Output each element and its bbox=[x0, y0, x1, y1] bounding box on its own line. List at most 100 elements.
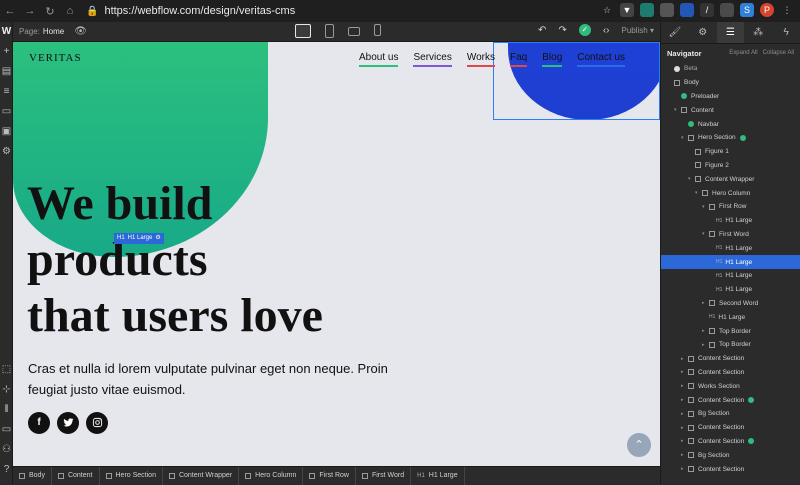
expand-all-button[interactable]: Expand All bbox=[729, 50, 757, 56]
hero-subtitle[interactable]: Cras et nulla id lorem vulputate pulvina… bbox=[28, 358, 388, 400]
navigator-row[interactable]: Figure 1 bbox=[661, 145, 800, 159]
navigator-row[interactable]: ▸ Content Section bbox=[661, 366, 800, 380]
navigator-row[interactable]: ▸ Bg Section bbox=[661, 448, 800, 462]
expand-toggle-icon[interactable]: ▾ bbox=[688, 176, 695, 182]
expand-toggle-icon[interactable]: ▾ bbox=[702, 231, 709, 237]
instagram-icon[interactable] bbox=[86, 412, 108, 434]
navigator-row[interactable]: ▾ Content Wrapper bbox=[661, 172, 800, 186]
reload-icon[interactable]: ↻ bbox=[40, 5, 60, 18]
expand-toggle-icon[interactable]: ▸ bbox=[681, 452, 688, 458]
webflow-logo-icon[interactable]: W bbox=[0, 22, 13, 42]
code-export-icon[interactable]: ‹› bbox=[603, 25, 610, 36]
navigator-row[interactable]: ▾ Hero Section bbox=[661, 131, 800, 145]
twitter-icon[interactable] bbox=[57, 412, 79, 434]
expand-toggle-icon[interactable]: ▸ bbox=[681, 425, 688, 431]
navigator-row[interactable]: Preloader bbox=[661, 90, 800, 104]
navigator-row[interactable]: ▸ Content Section bbox=[661, 462, 800, 476]
element-settings-icon[interactable]: ⚙ bbox=[155, 233, 160, 244]
style-manager-tab-drops-icon[interactable]: ⁂ bbox=[744, 22, 772, 43]
expand-toggle-icon[interactable]: ▸ bbox=[681, 369, 688, 375]
assets-icon[interactable]: ▣ bbox=[0, 122, 13, 142]
preview-eye-icon[interactable]: 👁 bbox=[74, 26, 87, 37]
add-symbol-icon[interactable] bbox=[748, 438, 755, 445]
expand-toggle-icon[interactable]: ▸ bbox=[681, 397, 688, 403]
undo-icon[interactable]: ↶ bbox=[538, 25, 546, 36]
expand-toggle-icon[interactable]: ▸ bbox=[681, 383, 688, 389]
navigator-row[interactable]: Navbar bbox=[661, 117, 800, 131]
design-canvas[interactable]: VERITAS About us Services Works Faq Blog… bbox=[13, 42, 660, 466]
interactions-icon[interactable]: ⊹ bbox=[0, 380, 13, 400]
breadcrumb-item[interactable]: First Row bbox=[303, 466, 356, 485]
nav-link[interactable]: Works bbox=[466, 52, 495, 67]
interactions-tab-bolt-icon[interactable]: ϟ bbox=[772, 22, 800, 43]
expand-toggle-icon[interactable]: ▸ bbox=[702, 342, 709, 348]
publish-button[interactable]: Publish ▾ bbox=[622, 26, 655, 35]
profile-avatar[interactable]: P bbox=[760, 3, 774, 17]
bookmark-star-icon[interactable]: ☆ bbox=[600, 3, 614, 17]
nav-link[interactable]: Contact us bbox=[577, 52, 626, 67]
forward-icon[interactable]: → bbox=[20, 5, 40, 17]
extension-icon[interactable] bbox=[680, 3, 694, 17]
settings-icon[interactable]: ⚙ bbox=[0, 142, 13, 162]
navigator-row[interactable]: ▾ First Word bbox=[661, 228, 800, 242]
tablet-breakpoint-icon[interactable] bbox=[325, 24, 334, 38]
navigator-row[interactable]: H1 H1 Large bbox=[661, 241, 800, 255]
expand-toggle-icon[interactable]: ▾ bbox=[674, 107, 681, 113]
extension-icon[interactable] bbox=[720, 3, 734, 17]
extension-icon[interactable]: / bbox=[700, 3, 714, 17]
redo-icon[interactable]: ↷ bbox=[558, 25, 566, 36]
expand-toggle-icon[interactable]: ▸ bbox=[702, 300, 709, 306]
navigator-row[interactable]: ▸ Second Word bbox=[661, 297, 800, 311]
nav-link[interactable]: Faq bbox=[510, 52, 528, 67]
scroll-to-top-button[interactable]: ⌃ bbox=[627, 433, 651, 457]
page-selector[interactable]: Home bbox=[43, 27, 64, 36]
navigator-row[interactable]: ▸ Content Section bbox=[661, 421, 800, 435]
address-bar[interactable]: 🔒 https://webflow.com/design/veritas-cms bbox=[86, 2, 606, 20]
ecommerce-icon[interactable]: ▭ bbox=[0, 102, 13, 122]
breadcrumb-item[interactable]: Hero Section bbox=[100, 466, 163, 485]
navigator-row[interactable]: ▸ Bg Section bbox=[661, 407, 800, 421]
cms-icon[interactable]: ≡ bbox=[0, 82, 13, 102]
collapse-all-button[interactable]: Collapse All bbox=[763, 50, 794, 56]
navigator-row[interactable]: ▾ First Row bbox=[661, 200, 800, 214]
breadcrumb-item[interactable]: Content Wrapper bbox=[163, 466, 240, 485]
audit-icon[interactable]: ⦀ bbox=[0, 400, 13, 420]
breadcrumb-item[interactable]: Body bbox=[13, 466, 52, 485]
navigator-row[interactable]: ▾ Hero Column bbox=[661, 186, 800, 200]
expand-toggle-icon[interactable]: ▸ bbox=[681, 356, 688, 362]
back-icon[interactable]: ← bbox=[0, 5, 20, 17]
nav-link[interactable]: Blog bbox=[542, 52, 563, 67]
expand-toggle-icon[interactable]: ▸ bbox=[681, 411, 688, 417]
navigator-row[interactable]: ▸ Content Section bbox=[661, 435, 800, 449]
hero-heading-line[interactable]: that users love bbox=[27, 288, 427, 344]
navigator-row[interactable]: ▸ Top Border bbox=[661, 338, 800, 352]
facebook-icon[interactable]: f bbox=[28, 412, 50, 434]
navigator-row[interactable]: ▸ Works Section bbox=[661, 379, 800, 393]
nav-link[interactable]: Services bbox=[413, 52, 452, 67]
users-icon[interactable]: ⚇ bbox=[0, 440, 13, 460]
expand-toggle-icon[interactable]: ▸ bbox=[702, 328, 709, 334]
hero-heading-line[interactable]: products bbox=[27, 232, 427, 288]
expand-toggle-icon[interactable]: ▾ bbox=[695, 190, 702, 196]
add-symbol-icon[interactable] bbox=[748, 397, 755, 404]
navigator-row[interactable]: H1 H1 Large bbox=[661, 310, 800, 324]
expand-toggle-icon[interactable]: ▾ bbox=[702, 204, 709, 210]
breadcrumb-item[interactable]: First Word bbox=[356, 466, 412, 485]
selected-element-badge[interactable]: H1 H1 Large ⚙ bbox=[114, 233, 164, 244]
breadcrumb-item[interactable]: Content bbox=[52, 466, 100, 485]
home-icon[interactable]: ⌂ bbox=[60, 5, 80, 17]
video-icon[interactable]: ▭ bbox=[0, 420, 13, 440]
expand-toggle-icon[interactable]: ▾ bbox=[681, 135, 688, 141]
site-logo[interactable]: VERITAS bbox=[29, 52, 82, 64]
navigator-row[interactable]: Beta bbox=[661, 62, 800, 76]
extension-icon[interactable] bbox=[640, 3, 654, 17]
select-tool-icon[interactable]: ⬚ bbox=[0, 360, 13, 380]
desktop-breakpoint-icon[interactable] bbox=[295, 24, 311, 38]
hero-heading[interactable]: We build products that users love bbox=[27, 176, 427, 344]
expand-toggle-icon[interactable]: ▸ bbox=[681, 466, 688, 472]
mobile-portrait-breakpoint-icon[interactable] bbox=[374, 24, 381, 36]
navigator-row[interactable]: Body bbox=[661, 76, 800, 90]
extension-icon[interactable]: ▼ bbox=[620, 3, 634, 17]
mobile-landscape-breakpoint-icon[interactable] bbox=[348, 27, 360, 36]
add-symbol-icon[interactable] bbox=[739, 134, 746, 141]
